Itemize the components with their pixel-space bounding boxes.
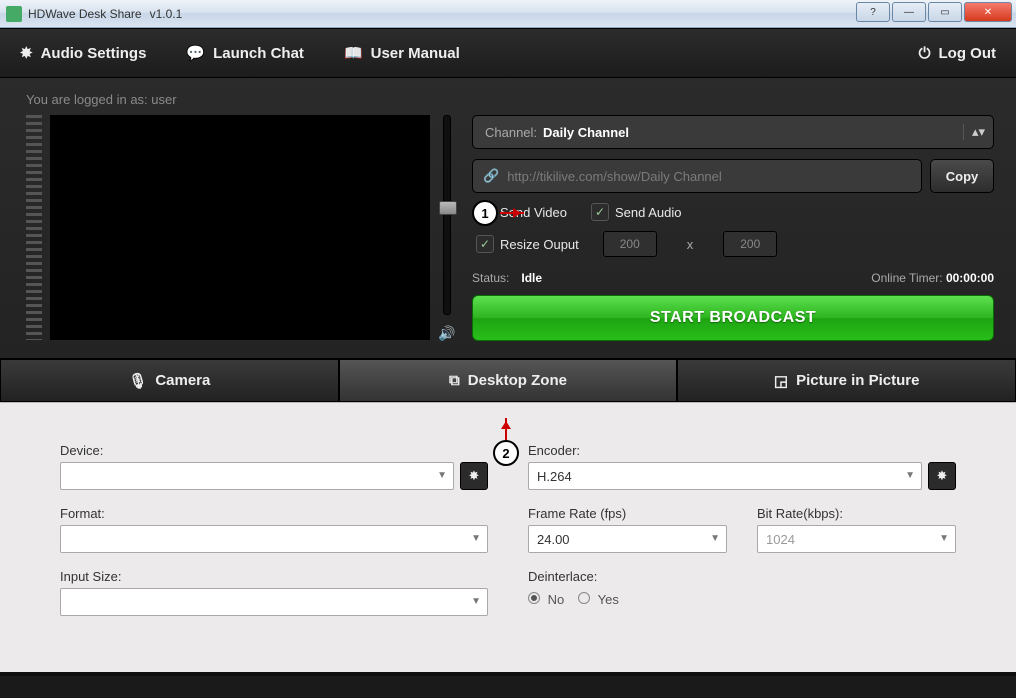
channel-value: Daily Channel [543, 125, 629, 140]
main-toolbar: ✸ Audio Settings 💬 Launch Chat 📖 User Ma… [0, 28, 1016, 78]
chat-icon: 💬 [186, 44, 205, 62]
fps-select[interactable]: 24.00 ▼ [528, 525, 727, 553]
window-minimize-button[interactable]: — [892, 2, 926, 22]
window-close-button[interactable]: ✕ [964, 2, 1012, 22]
chevron-down-icon: ▼ [471, 533, 481, 544]
device-select[interactable]: ▼ [60, 462, 454, 490]
window-maximize-button[interactable]: ▭ [928, 2, 962, 22]
app-version: v1.0.1 [150, 7, 183, 21]
chevron-down-icon: ▼ [710, 533, 720, 544]
encoder-settings-button[interactable]: ✸ [928, 462, 956, 490]
format-label: Format: [60, 506, 488, 521]
volume-track[interactable] [443, 115, 451, 315]
format-select[interactable]: ▼ [60, 525, 488, 553]
deinterlace-no-label: No [548, 592, 565, 607]
app-icon [6, 6, 22, 22]
mode-tabs: 🎙 Camera ⧉ Desktop Zone ◲ Picture in Pic… [0, 358, 1016, 402]
chevron-down-icon: ▼ [939, 533, 949, 544]
audio-settings-button[interactable]: ✸ Audio Settings [20, 44, 146, 62]
encoder-select[interactable]: H.264 ▼ [528, 462, 922, 490]
deinterlace-yes-radio[interactable] [578, 592, 590, 604]
window-help-button[interactable]: ? [856, 2, 890, 22]
encoder-label: Encoder: [528, 443, 956, 458]
resize-output-checkbox[interactable] [476, 235, 494, 253]
x-separator: x [687, 237, 694, 252]
tab-picture-in-picture[interactable]: ◲ Picture in Picture [677, 359, 1016, 402]
send-audio-label: Send Audio [615, 205, 682, 220]
audio-settings-label: Audio Settings [41, 45, 147, 62]
chevron-down-icon: ▼ [437, 470, 447, 481]
chevron-down-icon: ▼ [471, 596, 481, 607]
gear-icon: ✸ [937, 468, 948, 484]
launch-chat-button[interactable]: 💬 Launch Chat [186, 44, 304, 62]
window-footer [0, 672, 1016, 676]
status-label: Status: [472, 271, 509, 285]
user-manual-label: User Manual [371, 45, 460, 62]
deinterlace-label: Deinterlace: [528, 569, 956, 584]
fps-label: Frame Rate (fps) [528, 506, 727, 521]
timer-label: Online Timer: [871, 271, 942, 285]
audio-level-meter [26, 115, 42, 340]
copy-label: Copy [946, 169, 979, 184]
tab-camera-label: Camera [155, 372, 210, 389]
stream-url-box: 🔗 http://tikilive.com/show/Daily Channel [472, 159, 922, 193]
volume-slider[interactable]: 🔊 [438, 115, 456, 342]
resize-width-input[interactable]: 200 [603, 231, 657, 257]
bitrate-select[interactable]: 1024 ▼ [757, 525, 956, 553]
resize-height-input[interactable]: 200 [723, 231, 777, 257]
resize-output-label: Resize Ouput [500, 237, 579, 252]
tab-desktop-zone[interactable]: ⧉ Desktop Zone [339, 359, 678, 402]
launch-chat-label: Launch Chat [213, 45, 304, 62]
power-icon: ⏻ [919, 45, 931, 62]
callout-1: 1 [472, 200, 498, 226]
desktop-icon: ⧉ [449, 372, 460, 389]
login-user: user [151, 92, 176, 107]
tab-pip-label: Picture in Picture [796, 372, 919, 389]
chevron-updown-icon: ▴▾ [963, 124, 981, 140]
chevron-down-icon: ▼ [905, 470, 915, 481]
fps-value: 24.00 [537, 532, 570, 547]
tab-desktop-label: Desktop Zone [468, 372, 567, 389]
bitrate-label: Bit Rate(kbps): [757, 506, 956, 521]
device-settings-button[interactable]: ✸ [460, 462, 488, 490]
broadcast-panel: You are logged in as: user 🔊 Channel: Da… [0, 78, 1016, 358]
callout-2-arrow [505, 418, 507, 440]
deinterlace-yes-label: Yes [598, 592, 619, 607]
app-title: HDWave Desk Share [28, 7, 142, 21]
log-out-button[interactable]: ⏻ Log Out [919, 45, 996, 62]
input-size-label: Input Size: [60, 569, 488, 584]
gear-icon: ✸ [20, 44, 33, 62]
device-label: Device: [60, 443, 488, 458]
timer-value: 00:00:00 [946, 271, 994, 285]
gear-icon: ✸ [469, 468, 480, 484]
bitrate-value: 1024 [766, 532, 795, 547]
book-icon: 📖 [344, 44, 363, 62]
video-preview [50, 115, 430, 340]
user-manual-button[interactable]: 📖 User Manual [344, 44, 460, 62]
login-prefix: You are logged in as: [26, 92, 148, 107]
tab-camera[interactable]: 🎙 Camera [0, 359, 339, 402]
send-audio-checkbox[interactable] [591, 203, 609, 221]
pip-icon: ◲ [774, 372, 788, 390]
copy-button[interactable]: Copy [930, 159, 994, 193]
callout-2: 2 [493, 440, 519, 466]
input-size-select[interactable]: ▼ [60, 588, 488, 616]
stream-url: http://tikilive.com/show/Daily Channel [507, 169, 722, 184]
login-status: You are logged in as: user [26, 92, 994, 107]
start-broadcast-button[interactable]: START BROADCAST [472, 295, 994, 341]
broadcast-label: START BROADCAST [650, 309, 816, 327]
speaker-icon: 🔊 [438, 325, 455, 342]
channel-label: Channel: [485, 125, 537, 140]
link-icon: 🔗 [483, 168, 499, 184]
window-titlebar: HDWave Desk Share v1.0.1 ? — ▭ ✕ [0, 0, 1016, 28]
deinterlace-no-radio[interactable] [528, 592, 540, 604]
channel-select[interactable]: Channel: Daily Channel ▴▾ [472, 115, 994, 149]
camera-icon: 🎙 [128, 372, 147, 390]
callout-1-arrow [500, 212, 524, 214]
encoder-value: H.264 [537, 469, 572, 484]
log-out-label: Log Out [939, 45, 996, 62]
volume-thumb[interactable] [439, 201, 457, 215]
status-value: Idle [521, 271, 542, 285]
